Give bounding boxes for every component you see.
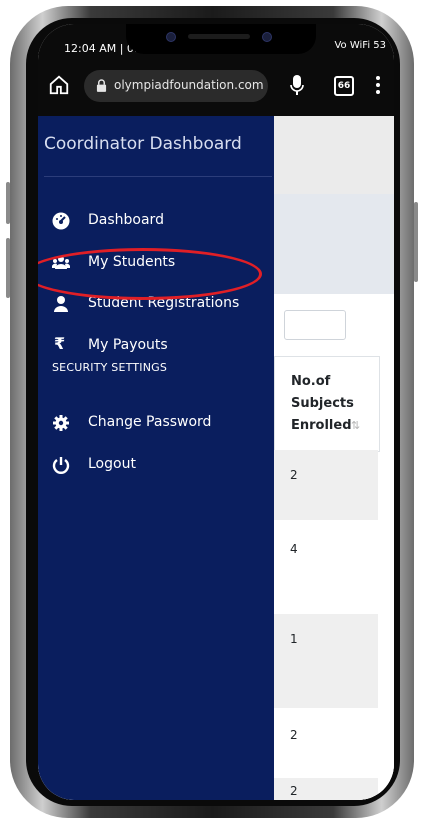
navigation-drawer: Coordinator Dashboard Dashboard My Stude… [38, 116, 274, 800]
tab-switcher-button[interactable]: 66 [334, 76, 354, 96]
section-label-security: SECURITY SETTINGS [52, 361, 168, 374]
url-bar[interactable]: olympiadfoundation.com [84, 70, 268, 102]
phone-side-button [6, 238, 10, 298]
nav-label: Dashboard [88, 212, 164, 228]
search-input[interactable] [284, 310, 346, 340]
table-row: 4 [274, 520, 378, 614]
page-header-area [274, 116, 394, 194]
home-icon[interactable] [48, 74, 70, 96]
rupee-icon: ₹ [54, 334, 66, 353]
status-indicators: Vo WiFi 53 [334, 40, 386, 51]
gear-icon [53, 415, 69, 431]
power-icon [52, 457, 70, 474]
lock-icon [96, 79, 107, 92]
camera-icon [262, 32, 272, 42]
camera-notch [126, 24, 316, 54]
table-cell: 2 [290, 784, 298, 798]
user-icon [54, 296, 68, 312]
nav-item-dashboard[interactable]: Dashboard [52, 208, 262, 234]
table-cell: 2 [290, 468, 298, 482]
speaker-grille [188, 34, 250, 39]
page-header-area [274, 194, 394, 294]
more-options-icon[interactable] [376, 76, 380, 94]
phone-side-button [6, 182, 10, 224]
table-row: 2 [274, 778, 378, 800]
table-header-cell[interactable]: No.of Subjects Enrolled ⇅ [274, 356, 380, 452]
nav-item-change-password[interactable]: Change Password [52, 410, 262, 436]
camera-icon [166, 32, 176, 42]
nav-item-my-payouts[interactable]: ₹ My Payouts [52, 333, 262, 359]
table-cell: 1 [290, 632, 298, 646]
sort-icon[interactable]: ⇅ [351, 419, 360, 432]
phone-side-button [414, 202, 418, 282]
table-row: 1 [274, 614, 378, 708]
nav-label: Change Password [88, 414, 212, 430]
drawer-divider [44, 176, 272, 177]
drawer-title: Coordinator Dashboard [44, 134, 242, 154]
status-time: 12:04 AM | 0. [64, 42, 138, 55]
table-row: 2 [274, 450, 378, 520]
nav-item-logout[interactable]: Logout [52, 452, 262, 478]
status-bar: 12:04 AM | 0. Vo WiFi 53 [38, 24, 394, 62]
nav-label: My Payouts [88, 337, 168, 353]
table-cell: 4 [290, 542, 298, 556]
phone-screen: 12:04 AM | 0. Vo WiFi 53 olympiadfoundat… [38, 24, 394, 800]
url-text: olympiadfoundation.com [114, 78, 264, 92]
nav-label: Logout [88, 456, 136, 472]
dashboard-icon [52, 212, 70, 230]
microphone-icon[interactable] [290, 74, 304, 96]
browser-toolbar: olympiadfoundation.com 66 [38, 62, 394, 116]
table-cell: 2 [290, 728, 298, 742]
table-row: 2 [274, 708, 378, 778]
